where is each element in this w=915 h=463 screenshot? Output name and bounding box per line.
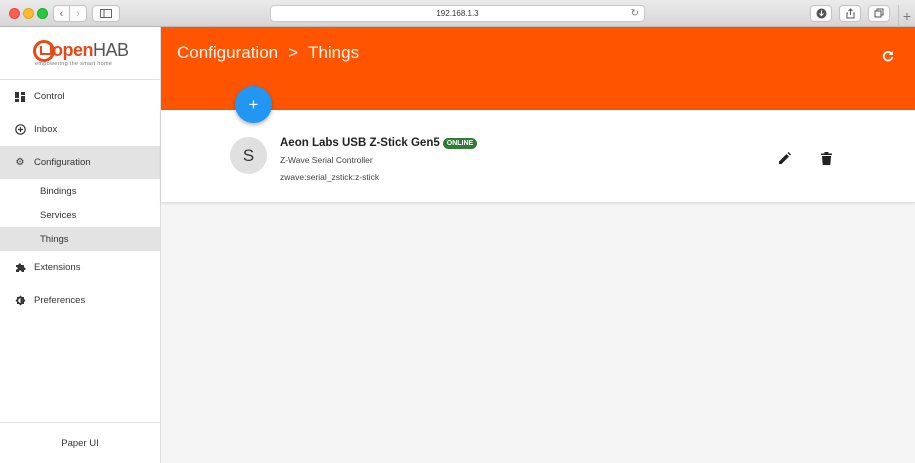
- logo-text-open: open: [52, 40, 94, 60]
- thing-type: Z-Wave Serial Controller: [280, 155, 373, 165]
- sidebar-item-control[interactable]: Control: [0, 80, 160, 113]
- downloads-button[interactable]: [810, 5, 832, 22]
- thing-card[interactable]: S Aeon Labs USB Z-Stick Gen5 ONLINE Z-Wa…: [161, 110, 915, 202]
- contrast-icon: [14, 295, 26, 307]
- openhab-logo[interactable]: openHAB empowering the smart home: [0, 27, 160, 80]
- logo-text-hab: HAB: [93, 40, 129, 60]
- sidebar-toggle-button[interactable]: [92, 5, 120, 22]
- dashboard-icon: [14, 91, 26, 103]
- new-tab-button[interactable]: +: [898, 5, 915, 27]
- chevron-right-icon: ›: [76, 7, 80, 20]
- sidebar-item-label: Control: [34, 91, 65, 102]
- sidebar: openHAB empowering the smart home Contro…: [0, 27, 161, 463]
- share-icon: [846, 8, 854, 19]
- thing-uid: zwave:serial_zstick:z-stick: [280, 172, 380, 182]
- main-content: Configuration > Things + S Aeon Labs USB…: [161, 27, 915, 463]
- breadcrumb-configuration[interactable]: Configuration: [177, 43, 278, 63]
- maximize-window-button[interactable]: [37, 8, 48, 19]
- thing-title: Aeon Labs USB Z-Stick Gen5 ONLINE: [280, 137, 478, 149]
- minimize-window-button[interactable]: [23, 8, 34, 19]
- browser-toolbar: ‹ › 192.168.1.3 ↻ +: [0, 0, 915, 27]
- sidebar-subitem-label: Things: [40, 233, 69, 245]
- logo-tagline: empowering the smart home: [35, 61, 113, 67]
- sidebar-item-configuration[interactable]: ⚙ Configuration: [0, 146, 160, 179]
- add-circle-icon: [14, 124, 26, 136]
- history-nav: ‹ ›: [53, 5, 87, 22]
- logo-text: openHAB: [52, 40, 129, 61]
- delete-thing-button[interactable]: [818, 150, 834, 166]
- status-badge: ONLINE: [442, 137, 478, 149]
- gear-icon: ⚙: [15, 157, 25, 168]
- breadcrumb-separator: >: [288, 43, 299, 62]
- breadcrumb: Configuration > Things: [177, 43, 359, 63]
- sidebar-item-label: Inbox: [34, 124, 58, 135]
- sidebar-item-extensions[interactable]: Extensions: [0, 251, 160, 284]
- trash-icon: [820, 151, 832, 165]
- edit-thing-button[interactable]: [776, 150, 792, 166]
- url-text: 192.168.1.3: [436, 9, 479, 18]
- breadcrumb-things: Things: [308, 43, 360, 62]
- close-window-button[interactable]: [9, 8, 20, 19]
- back-button[interactable]: ‹: [53, 5, 70, 22]
- sidebar-item-preferences[interactable]: Preferences: [0, 284, 160, 317]
- add-thing-button[interactable]: +: [235, 86, 272, 123]
- avatar: S: [230, 137, 267, 174]
- sidebar-subitem-things[interactable]: Things: [0, 227, 160, 251]
- forward-button[interactable]: ›: [70, 5, 87, 22]
- sidebar-item-label: Preferences: [34, 295, 86, 306]
- chevron-left-icon: ‹: [59, 7, 64, 20]
- sidebar-footer: Paper UI: [0, 422, 160, 463]
- plus-icon: +: [248, 94, 259, 114]
- reload-icon[interactable]: ↻: [631, 8, 639, 19]
- sidebar-subitem-label: Bindings: [40, 185, 77, 197]
- sidebar-item-label: Configuration: [34, 157, 91, 168]
- pencil-icon: [778, 151, 791, 164]
- tabs-button[interactable]: [868, 5, 890, 22]
- sidebar-item-label: Extensions: [34, 262, 81, 273]
- sidebar-item-inbox[interactable]: Inbox: [0, 113, 160, 146]
- sidebar-subitem-label: Services: [40, 209, 77, 221]
- download-icon: [816, 8, 826, 19]
- refresh-button[interactable]: [881, 49, 895, 63]
- refresh-icon: [882, 51, 894, 62]
- thing-name: Aeon Labs USB Z-Stick Gen5: [280, 137, 440, 149]
- sidebar-subitem-services[interactable]: Services: [0, 203, 160, 227]
- page-header: Configuration > Things: [161, 27, 915, 110]
- sidebar-icon: [100, 9, 112, 18]
- sidebar-subitem-bindings[interactable]: Bindings: [0, 179, 160, 203]
- address-bar[interactable]: 192.168.1.3 ↻: [270, 5, 645, 22]
- puzzle-icon: [14, 262, 26, 274]
- tabs-icon: [874, 8, 883, 18]
- share-button[interactable]: [839, 5, 861, 22]
